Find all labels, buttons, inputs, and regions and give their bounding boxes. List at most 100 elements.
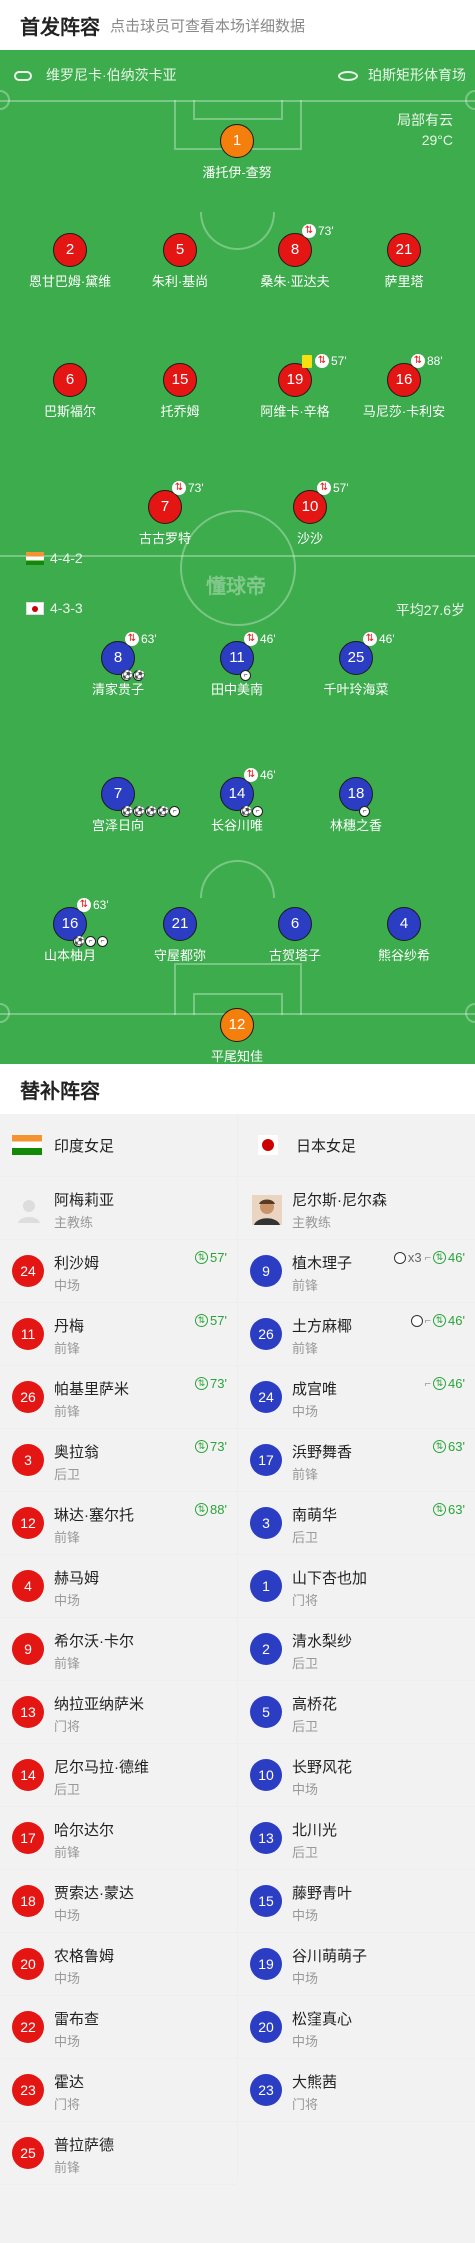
player-name: 赫马姆 [54,1570,100,1587]
bench-player-row[interactable]: 3 奥拉翁 后卫 ⇅ 73' [0,1429,237,1492]
jersey-wrap: 21 [163,907,197,941]
home-team-name: 印度女足 [54,1137,115,1155]
player-away[interactable]: 11 ⇅ 46' ⌐ 田中美南 [172,632,302,698]
bench-player-row[interactable]: 13 北川光 后卫 [238,1807,475,1870]
player-home[interactable]: 10 ⇅ 57' 沙沙 [245,481,375,547]
player-events: ⇅ 57' [195,1250,227,1265]
bench-player-row[interactable]: 5 高桥花 后卫 [238,1681,475,1744]
assist-shoe-icon: ⌐ [359,806,370,817]
assist-shoe-icon: ⌐ [252,806,263,817]
player-position: 前锋 [54,1341,81,1356]
player-events: ⇅ 63' [125,632,157,646]
player-away[interactable]: 7 ⚽ ⚽ ⚽ ⚽ ⌐ 宫泽日向 [53,777,183,834]
goal-events: ⌐ [240,670,252,681]
jersey-wrap: 1 [220,124,254,158]
player-home[interactable]: 5 朱利·基尚 [115,233,245,290]
home-team-row[interactable]: 印度女足 [0,1114,237,1177]
sub-minute: 73' [188,481,204,495]
bench-player-row[interactable]: 20 农格鲁姆 中场 [0,1933,237,1996]
bench-player-row[interactable]: 11 丹梅 前锋 ⇅ 57' [0,1303,237,1366]
bench-player-row[interactable]: 20 松窪真心 中场 [238,1996,475,2059]
player-name: 田中美南 [210,682,263,697]
player-away[interactable]: 12 平尾知佳 [172,1008,302,1064]
bench-player-row[interactable]: 14 尼尔马拉·德维 后卫 [0,1744,237,1807]
bench-player-row[interactable]: 9 希尔沃·卡尔 前锋 [0,1618,237,1681]
bench-player-row[interactable]: 24 利沙姆 中场 ⇅ 57' [0,1240,237,1303]
bench-player-row[interactable]: 19 谷川萌萌子 中场 [238,1933,475,1996]
goal-ball-icon: ⚽ [121,670,134,681]
jersey-number: 16 [387,363,421,397]
watermark: 懂球帝 [206,576,266,598]
sub-out-icon: ⇅ [411,354,425,368]
bench-player-row[interactable]: 26 帕基里萨米 前锋 ⇅ 73' [0,1366,237,1429]
player-away[interactable]: 21 守屋都弥 [115,907,245,964]
sub-minute: 88' [427,354,443,368]
player-name: 利沙姆 [54,1255,100,1272]
player-home[interactable]: 21 萨里塔 [339,233,469,290]
player-name: 霍达 [54,2074,85,2091]
player-away[interactable]: 4 熊谷纱希 [339,907,469,964]
player-name: 清水梨纱 [292,1633,353,1650]
bench-player-row[interactable]: 22 雷布查 中场 [0,1996,237,2059]
player-position: 后卫 [292,1845,319,1860]
home-coach[interactable]: 阿梅莉亚 主教练 [0,1177,237,1240]
player-away[interactable]: 18 ⌐ 林穗之香 [291,777,421,834]
bench-player-row[interactable]: 3 南萌华 后卫 ⇅ 63' [238,1492,475,1555]
player-home[interactable]: 16 ⇅ 88' 马尼莎·卡利安 [339,354,469,420]
player-home[interactable]: 1 潘托伊-查努 [172,124,302,181]
jersey-number: 24 [12,1255,44,1287]
player-position: 后卫 [292,1530,319,1545]
bench-player-row[interactable]: 1 山下杏也加 门将 [238,1555,475,1618]
sub-in-icon: ⇅ [433,1440,447,1453]
bench-player-row[interactable]: 4 赫马姆 中场 [0,1555,237,1618]
bench-player-row[interactable]: 15 藤野青叶 中场 [238,1870,475,1933]
jersey-wrap: 11 ⇅ 46' ⌐ [220,632,276,681]
player-name: 纳拉亚纳萨米 [54,1696,145,1713]
jersey-wrap: 16 ⇅ 88' [387,354,443,397]
away-team-row[interactable]: 日本女足 [238,1114,475,1177]
bench-player-row[interactable]: 9 植木理子 前锋 x3 ⌐ ⇅ 46' [238,1240,475,1303]
player-events: ⌐ ⇅ 46' [410,1313,465,1328]
bench-player-row[interactable]: 10 长野风花 中场 [238,1744,475,1807]
bench-player-row[interactable]: 2 清水梨纱 后卫 [238,1618,475,1681]
player-position: 前锋 [292,1341,319,1356]
sub-minute: 63' [448,1439,465,1454]
player-away[interactable]: 25 ⇅ 46' 千叶玲海菜 [291,632,421,698]
bench-player-row[interactable]: 18 贾索达·蒙达 中场 [0,1870,237,1933]
bench-player-row[interactable]: 24 成宫唯 中场 ⌐ ⇅ 46' [238,1366,475,1429]
jersey-number: 25 [12,2137,44,2169]
coach-avatar-icon [18,1200,40,1223]
bench-player-row[interactable]: 17 浜野舞香 前锋 ⇅ 63' [238,1429,475,1492]
player-home[interactable]: 7 ⇅ 73' 古古罗特 [100,481,230,547]
jersey-number: 25 [339,641,373,675]
away-coach[interactable]: 尼尔斯·尼尔森 主教练 [238,1177,475,1240]
sub-out-icon: ⇅ [125,632,139,646]
bench-player-row[interactable]: 25 普拉萨德 前锋 [0,2122,237,2185]
jersey-number: 13 [250,1822,282,1854]
bench-player-row[interactable]: 23 大熊茜 门将 [238,2059,475,2122]
bench-player-row[interactable]: 13 纳拉亚纳萨米 门将 [0,1681,237,1744]
jersey-number: 15 [250,1885,282,1917]
jersey-number: 20 [250,2011,282,2043]
temperature: 29°C [421,132,453,148]
player-home[interactable]: 15 托乔姆 [115,363,245,420]
bench-player-row[interactable]: 17 哈尔达尔 前锋 [0,1807,237,1870]
jersey-number: 26 [12,1381,44,1413]
player-events: ⇅ 73' [302,224,334,238]
sub-out-icon: ⇅ [302,224,316,238]
player-position: 后卫 [292,1656,319,1671]
player-name: 谷川萌萌子 [292,1948,368,1965]
bench-player-row[interactable]: 23 霍达 门将 [0,2059,237,2122]
player-away[interactable]: 14 ⇅ 46' ⚽ ⌐ 长谷川唯 [172,768,302,834]
player-position: 前锋 [292,1467,319,1482]
player-position: 中场 [292,2034,319,2049]
sub-out-icon: ⇅ [172,481,186,495]
player-away[interactable]: 8 ⇅ 63' ⚽ ⚽ 清家贵子 [53,632,183,698]
goal-ball-icon: ⚽ [157,806,170,817]
sub-in-icon: ⇅ [195,1440,209,1453]
bench-player-row[interactable]: 12 琳达·塞尔托 前锋 ⇅ 88' [0,1492,237,1555]
goal-ball-icon: ⚽ [73,936,86,947]
sub-minute: 57' [210,1313,227,1328]
bench-player-row[interactable]: 26 土方麻椰 前锋 ⌐ ⇅ 46' [238,1303,475,1366]
goal-ball-icon [393,1251,406,1264]
